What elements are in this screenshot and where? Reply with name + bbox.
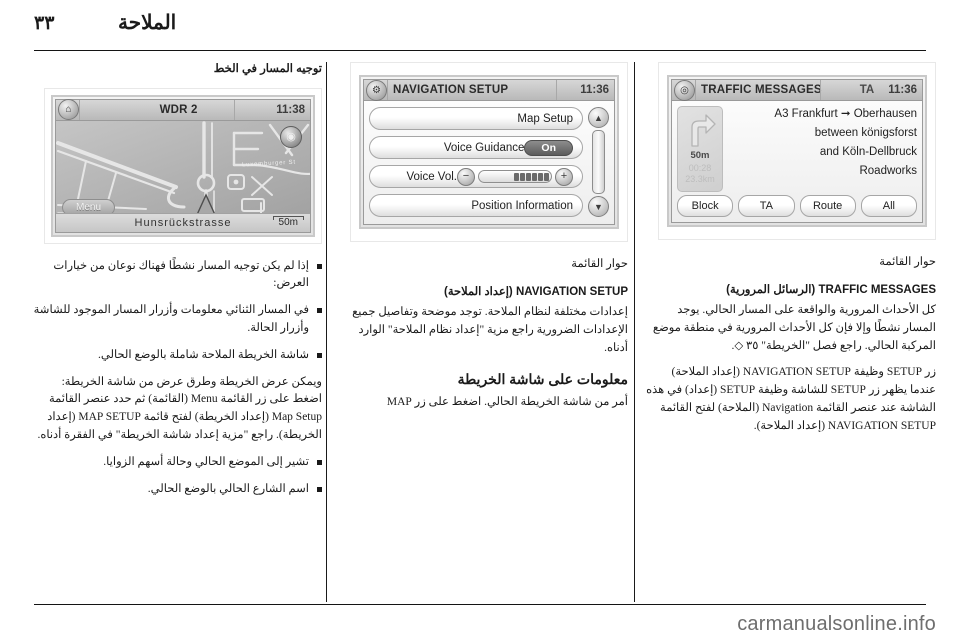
right-tail-body: زر SETUP وظيفة NAVIGATION SETUP (إعداد ا… <box>646 366 936 432</box>
turn-remaining-distance: 23.3km <box>685 174 715 184</box>
right-caption-bold: TRAFFIC MESSAGES (الرسائل المرورية) <box>726 283 936 296</box>
volume-control: − + <box>457 167 573 186</box>
turn-distance: 50m <box>690 150 710 161</box>
nav-setup-title: NAVIGATION SETUP <box>393 84 509 96</box>
nav-setup-list: Map Setup Voice Guidance On Voice Vol. − <box>363 101 615 225</box>
tmc-block-button[interactable]: Block <box>677 195 734 217</box>
bullet-item: إذا لم يكن توجيه المسار نشطًا فهناك نوعا… <box>32 258 322 294</box>
page-header: ٣٣ الملاحة <box>0 0 960 52</box>
turn-eta: 00:28 <box>688 163 712 173</box>
tmc-button-row: Block TA Route All <box>677 195 917 217</box>
tmc-title-bar: ◎ TRAFFIC MESSAGES TA 11:36 <box>671 79 923 101</box>
tmc-icon[interactable]: ◎ <box>674 79 695 101</box>
nav-setup-rows: Map Setup Voice Guidance On Voice Vol. − <box>369 107 583 217</box>
home-icon[interactable]: ⌂ <box>58 99 79 121</box>
nav-clock: 11:36 <box>580 84 609 96</box>
gear-icon[interactable]: ⚙ <box>366 79 387 101</box>
list-item-label: Position Information <box>471 199 573 212</box>
tmc-message-line: and Köln-Dellbruck <box>819 146 917 158</box>
map-device-frame: ⌂ WDR 2 11:38 Luxemburger St ◉ Menu Huns… <box>51 94 315 237</box>
map-title-bar: ⌂ WDR 2 11:38 <box>55 98 311 121</box>
bullet-item: اسم الشارع الحالي بالوضع الحالي. <box>32 481 322 499</box>
column-right: ◎ TRAFFIC MESSAGES TA 11:36 50m 00:28 23… <box>646 62 936 602</box>
radio-station-label: WDR 2 <box>159 103 198 116</box>
turn-indicator-card: 50m 00:28 23.3km <box>677 106 723 192</box>
scroll-track[interactable] <box>592 130 605 194</box>
tmc-ta-button[interactable]: TA <box>738 195 795 217</box>
figure-caption-left: توجيه المسار في الخط <box>213 63 322 75</box>
tmc-message-line: between königsforst <box>814 127 917 139</box>
volume-slider[interactable] <box>478 170 552 183</box>
content-columns: توجيه المسار في الخط ⌂ WDR 2 11:38 Luxem… <box>0 62 960 602</box>
tmc-message-line: Roadworks <box>859 165 917 177</box>
chapter-title: الملاحة <box>118 12 177 34</box>
left-paragraph: ويمكن عرض الخريطة وطرق عرض من شاشة الخري… <box>37 375 322 442</box>
map-canvas[interactable]: Luxemburger St ◉ Menu Hunsrückstrasse 50… <box>55 120 311 233</box>
middle-caption-bold: NAVIGATION SETUP (إعداد الملاحة) <box>444 285 628 298</box>
tmc-route-button[interactable]: Route <box>799 195 856 217</box>
chevron-up-icon[interactable]: ▲ <box>588 107 609 128</box>
bullet-item: شاشة الخريطة الملاحة شاملة بالوضع الحالي… <box>32 347 322 365</box>
map-screenshot: ⌂ WDR 2 11:38 Luxemburger St ◉ Menu Huns… <box>44 87 322 244</box>
list-item-label: Voice Vol. <box>406 170 457 183</box>
volume-plus-button[interactable]: + <box>555 167 573 186</box>
nav-title-bar: ⚙ NAVIGATION SETUP 11:36 <box>363 79 615 101</box>
voice-guidance-toggle[interactable]: On <box>524 139 573 156</box>
nav-scrollbar[interactable]: ▲ ▼ <box>588 107 609 217</box>
list-item-map-setup[interactable]: Map Setup <box>369 107 583 130</box>
tmc-content: 50m 00:28 23.3km A3 Frankfurt ➞ Oberhaus… <box>671 101 923 223</box>
tmc-all-button[interactable]: All <box>860 195 917 217</box>
middle-section-heading: معلومات على شاشة الخريطة <box>457 371 628 388</box>
volume-minus-button[interactable]: − <box>457 167 475 186</box>
list-item-label: Voice Guidance <box>443 141 525 154</box>
list-item-voice-volume[interactable]: Voice Vol. − + <box>369 165 583 188</box>
tmc-message-lines: A3 Frankfurt ➞ Oberhausen between königs… <box>729 106 917 192</box>
tmc-device-frame: ◎ TRAFFIC MESSAGES TA 11:36 50m 00:28 23… <box>667 75 927 227</box>
tmc-ta-label: TA <box>859 84 875 96</box>
map-clock: 11:38 <box>276 103 305 116</box>
right-caption-label: حوار القائمة <box>879 256 936 268</box>
turn-right-icon <box>691 114 716 147</box>
right-caption-body: كل الأحداث المرورية والواقعة على المسار … <box>652 303 936 352</box>
footer-divider <box>34 604 926 605</box>
middle-caption-body: إعدادات مختلفة لنظام الملاحة. توجد موضحة… <box>352 305 628 354</box>
compass-icon[interactable]: ◉ <box>280 125 302 148</box>
middle-section-body: أمر من شاشة الخريطة الحالي. اضغط على زر … <box>386 396 628 409</box>
list-item-label: Map Setup <box>517 112 573 125</box>
column-left: توجيه المسار في الخط ⌂ WDR 2 11:38 Luxem… <box>32 62 322 602</box>
middle-caption-label: حوار القائمة <box>571 258 628 270</box>
chevron-down-icon[interactable]: ▼ <box>588 196 609 217</box>
tmc-title: TRAFFIC MESSAGES <box>701 84 822 96</box>
current-street-label: Hunsrückstrasse <box>134 216 232 229</box>
navigation-setup-screenshot: ⚙ NAVIGATION SETUP 11:36 Map Setup Voice… <box>350 62 628 242</box>
traffic-messages-screenshot: ◎ TRAFFIC MESSAGES TA 11:36 50m 00:28 23… <box>658 62 936 240</box>
tmc-clock: 11:36 <box>888 84 917 96</box>
bullet-item: في المسار الثنائي معلومات وأزرار المسار … <box>32 302 322 338</box>
tmc-message-line: A3 Frankfurt ➞ Oberhausen <box>774 108 917 120</box>
map-status-bar: Hunsrückstrasse 50m <box>56 212 310 232</box>
column-middle: ⚙ NAVIGATION SETUP 11:36 Map Setup Voice… <box>338 62 628 602</box>
header-divider <box>34 50 926 51</box>
nav-device-frame: ⚙ NAVIGATION SETUP 11:36 Map Setup Voice… <box>359 75 619 229</box>
list-item-voice-guidance[interactable]: Voice Guidance On <box>369 136 583 159</box>
page-number: ٣٣ <box>34 13 55 34</box>
tmc-body: 50m 00:28 23.3km A3 Frankfurt ➞ Oberhaus… <box>677 106 917 192</box>
list-item-position-information[interactable]: Position Information <box>369 194 583 217</box>
bullet-item: تشير إلى الموضع الحالي وحالة أسهم الزواي… <box>32 454 322 472</box>
map-scale-label: 50m <box>272 215 305 228</box>
site-watermark: carmanualsonline.info <box>737 613 936 635</box>
